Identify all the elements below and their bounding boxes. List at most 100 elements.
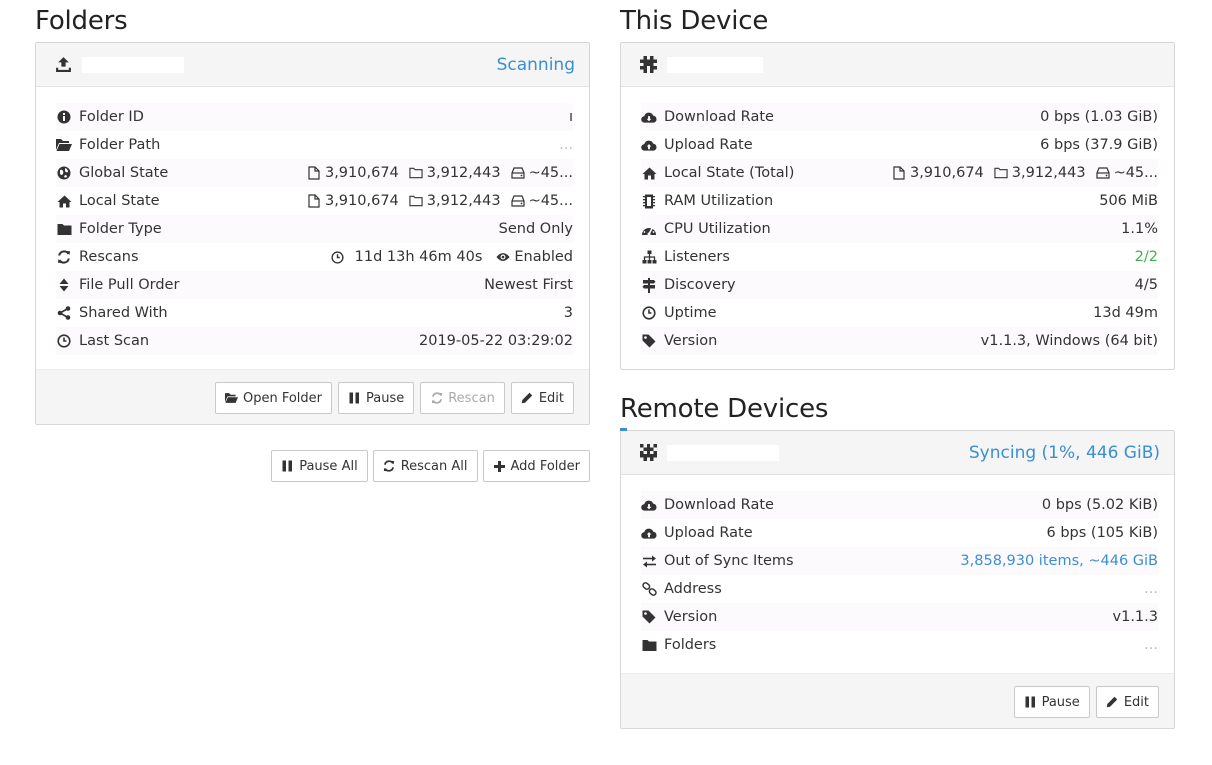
folder-type-label: Folder Type [79,221,162,237]
shared-with-label: Shared With [79,305,168,321]
folder-id-value: ı [568,109,573,125]
pencil-icon [1106,696,1119,709]
info-circle-icon [56,109,72,125]
this-device-details: Download Rate 0 bps (1.03 GiB) Upload Ra… [621,87,1174,369]
remote-download-label: Download Rate [664,497,774,513]
folder-outline-icon [409,166,423,180]
global-files-count: 3,910,674 [324,165,399,181]
remote-upload-label: Upload Rate [664,525,753,541]
address-label: Address [664,581,722,597]
remote-download-value: 0 bps (5.02 KiB) [1041,497,1158,513]
folder-icon [641,637,657,653]
global-size: ~45... [528,165,573,181]
clock-icon [331,250,345,264]
rescans-value: 11d 13h 46m 40s Enabled [331,249,573,265]
device-files-count: 3,910,674 [909,165,984,181]
device-dirs-count: 3,912,443 [1011,165,1086,181]
open-folder-button[interactable]: Open Folder [214,382,332,414]
rescan-folder-button[interactable]: Rescan [420,382,505,414]
download-rate-label: Download Rate [664,109,774,125]
local-dirs-count: 3,912,443 [426,193,501,209]
discovery-row[interactable]: Discovery 4/5 [641,271,1158,299]
cpu-row: CPU Utilization 1.1% [641,215,1158,243]
plus-icon [493,460,506,473]
remote-device-name-redacted [667,444,779,461]
folder-open-icon [224,392,238,405]
rescan-folder-label: Rescan [448,390,495,406]
local-state-total-label: Local State (Total) [664,165,795,181]
version-value: v1.1.3, Windows (64 bit) [980,333,1158,349]
exchange-icon [641,553,657,569]
folder-id-row: Folder ID ı [56,103,573,131]
edit-folder-button[interactable]: Edit [510,382,574,414]
memory-icon [641,193,657,209]
pull-order-value: Newest First [484,277,573,293]
pause-icon [1024,696,1037,709]
hdd-icon [1095,166,1110,180]
folder-global-actions: Pause All Rescan All Add Folder [35,450,590,482]
remote-device-details: Download Rate 0 bps (5.02 KiB) Upload Ra… [621,475,1174,673]
this-device-header[interactable] [621,43,1174,87]
address-value: ... [1144,581,1158,597]
folder-panel: Scanning Folder ID ı Folder Path ... Glo… [35,42,590,425]
local-state-value: 3,910,674 3,912,443 ~45... [307,193,573,209]
upload-rate-value: 6 bps (37.9 GiB) [1040,137,1158,153]
last-scan-label: Last Scan [79,333,150,349]
local-size: ~45... [528,193,573,209]
uptime-label: Uptime [664,305,717,321]
out-of-sync-value[interactable]: 3,858,930 items, ~446 GiB [960,553,1158,569]
pencil-icon [521,392,534,405]
pause-icon [281,460,294,473]
pause-all-button[interactable]: Pause All [271,450,368,482]
shared-with-row: Shared With 3 [56,299,573,327]
remote-folders-value: ... [1144,637,1158,653]
link-icon [641,581,657,597]
remote-version-label: Version [664,609,718,625]
sitemap-icon [641,249,657,265]
folder-panel-header[interactable]: Scanning [36,43,589,87]
rescan-all-label: Rescan All [400,458,468,474]
download-rate-value: 0 bps (1.03 GiB) [1040,109,1158,125]
rescan-all-button[interactable]: Rescan All [372,450,478,482]
add-folder-button[interactable]: Add Folder [482,450,590,482]
remote-download-row: Download Rate 0 bps (5.02 KiB) [641,491,1158,519]
remote-folders-label: Folders [664,637,717,653]
edit-device-label: Edit [1123,694,1149,710]
refresh-icon [430,392,443,405]
file-icon [307,166,321,180]
device-name-redacted [667,56,763,73]
uptime-row: Uptime 13d 49m [641,299,1158,327]
watcher-status: Enabled [514,249,573,265]
remote-version-value: v1.1.3 [1112,609,1158,625]
remote-upload-row: Upload Rate 6 bps (105 KiB) [641,519,1158,547]
pause-all-label: Pause All [299,458,358,474]
local-state-row: Local State 3,910,674 3,912,443 ~45... [56,187,573,215]
global-state-label: Global State [79,165,169,181]
cpu-value: 1.1% [1121,221,1158,237]
rescan-interval: 11d 13h 46m 40s [354,249,483,265]
file-icon [892,166,906,180]
cloud-download-icon [641,109,657,125]
globe-icon [56,165,72,181]
signpost-icon [641,277,657,293]
listeners-row[interactable]: Listeners 2/2 [641,243,1158,271]
pause-folder-button[interactable]: Pause [338,382,415,414]
cpu-label: CPU Utilization [664,221,771,237]
folder-details: Folder ID ı Folder Path ... Global State… [36,87,589,369]
folder-status: Scanning [496,54,575,75]
folder-open-icon [56,137,72,153]
ram-label: RAM Utilization [664,193,774,209]
upload-icon [54,56,72,74]
edit-device-button[interactable]: Edit [1095,686,1159,718]
ram-row: RAM Utilization 506 MiB [641,187,1158,215]
folder-path-row: Folder Path ... [56,131,573,159]
folders-column: Folders Scanning Folder ID ı Folder Path… [35,0,590,482]
version-row: Version v1.1.3, Windows (64 bit) [641,327,1158,355]
pause-device-button[interactable]: Pause [1013,686,1090,718]
pause-device-label: Pause [1041,694,1080,710]
remote-device-header[interactable]: Syncing (1%, 446 GiB) [621,431,1174,475]
progress-indicator [620,428,627,431]
ram-value: 506 MiB [1099,193,1158,209]
local-state-total-value: 3,910,674 3,912,443 ~45... [892,165,1158,181]
rescans-label: Rescans [79,249,139,265]
